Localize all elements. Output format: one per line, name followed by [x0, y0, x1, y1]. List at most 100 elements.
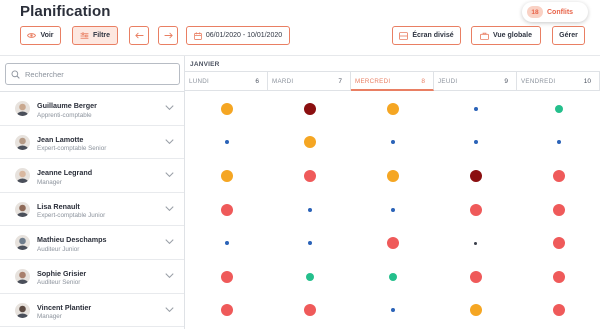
assignment-dot-red[interactable] [220, 203, 233, 216]
assignment-dot-smallblue[interactable] [390, 207, 395, 212]
chevron-down-icon[interactable] [165, 238, 174, 245]
planning-cell[interactable] [268, 260, 351, 294]
search-input[interactable] [25, 69, 165, 79]
planning-cell[interactable] [351, 193, 434, 227]
planning-cell[interactable] [268, 126, 351, 160]
filtre-button[interactable]: Filtre [72, 26, 118, 45]
planning-cell[interactable] [351, 260, 434, 294]
assignment-dot-smallblue[interactable] [473, 106, 478, 111]
assignment-dot-tinydark[interactable] [474, 241, 477, 245]
person-role: Apprenti-comptable [37, 111, 92, 119]
planning-cell[interactable] [185, 294, 268, 328]
chevron-down-icon[interactable] [165, 171, 174, 178]
assignment-dot-green[interactable] [305, 272, 314, 281]
assignment-dot-orange[interactable] [469, 304, 482, 317]
planning-cell[interactable] [351, 294, 434, 328]
assignment-dot-red[interactable] [220, 304, 233, 317]
manage-button[interactable]: Gérer [552, 26, 585, 45]
assignment-dot-red[interactable] [220, 270, 233, 283]
assignment-dot-smallblue[interactable] [307, 241, 312, 246]
assignment-dot-green[interactable] [554, 104, 563, 113]
chevron-down-icon[interactable] [165, 205, 174, 212]
chevron-down-icon[interactable] [165, 104, 174, 111]
assignment-dot-red[interactable] [552, 203, 565, 216]
person-photo-icon [16, 137, 29, 150]
person-row[interactable]: Guillaume Berger Apprenti-comptable [0, 92, 184, 126]
person-row[interactable]: Vincent Plantier Manager [0, 294, 184, 328]
conflicts-badge[interactable]: 18 Conflits [522, 2, 588, 22]
assignment-dot-smallblue[interactable] [390, 140, 395, 145]
planning-cell[interactable] [517, 294, 600, 328]
people-list: Guillaume Berger Apprenti-comptable Jean L… [0, 92, 184, 328]
planning-cell[interactable] [185, 226, 268, 260]
planning-cell[interactable] [434, 92, 517, 126]
assignment-dot-orange[interactable] [303, 136, 316, 149]
planning-row [185, 226, 600, 260]
planning-cell[interactable] [517, 92, 600, 126]
assignment-dot-orange[interactable] [386, 169, 399, 182]
assignment-dot-darkred[interactable] [303, 102, 316, 115]
planning-cell[interactable] [517, 193, 600, 227]
previous-week-button[interactable] [129, 26, 149, 45]
chevron-down-icon[interactable] [165, 306, 174, 313]
date-range-button[interactable]: 06/01/2020 - 10/01/2020 [186, 26, 290, 45]
assignment-dot-red[interactable] [386, 237, 399, 250]
person-row[interactable]: Jean Lamotte Expert-comptable Senior [0, 126, 184, 160]
assignment-dot-red[interactable] [552, 270, 565, 283]
planning-cell[interactable] [517, 226, 600, 260]
planning-cell[interactable] [434, 193, 517, 227]
assignment-dot-orange[interactable] [220, 102, 233, 115]
voir-button[interactable]: Voir [20, 26, 61, 45]
planning-cell[interactable] [351, 226, 434, 260]
global-view-button[interactable]: Vue globale [471, 26, 541, 45]
planning-cell[interactable] [434, 126, 517, 160]
search-box[interactable] [5, 63, 180, 85]
planning-cell[interactable] [517, 260, 600, 294]
person-row[interactable]: Lisa Renault Expert-comptable Junior [0, 193, 184, 227]
assignment-dot-smallblue[interactable] [473, 140, 478, 145]
assignment-dot-red[interactable] [303, 169, 316, 182]
planning-cell[interactable] [268, 92, 351, 126]
assignment-dot-red[interactable] [303, 304, 316, 317]
assignment-dot-smallblue[interactable] [224, 241, 229, 246]
planning-cell[interactable] [434, 159, 517, 193]
planning-cell[interactable] [268, 159, 351, 193]
planning-cell[interactable] [351, 126, 434, 160]
next-week-button[interactable] [158, 26, 178, 45]
assignment-dot-red[interactable] [552, 304, 565, 317]
chevron-down-icon[interactable] [165, 272, 174, 279]
assignment-dot-red[interactable] [552, 237, 565, 250]
person-row[interactable]: Jeanne Legrand Manager [0, 159, 184, 193]
planning-cell[interactable] [185, 92, 268, 126]
person-row[interactable]: Mathieu Deschamps Auditeur Junior [0, 226, 184, 260]
planning-cell[interactable] [434, 260, 517, 294]
assignment-dot-red[interactable] [469, 203, 482, 216]
assignment-dot-smallblue[interactable] [556, 140, 561, 145]
planning-cell[interactable] [517, 126, 600, 160]
toolbar-divider [0, 55, 600, 56]
chevron-down-icon[interactable] [165, 138, 174, 145]
planning-cell[interactable] [268, 226, 351, 260]
planning-cell[interactable] [434, 226, 517, 260]
planning-cell[interactable] [268, 294, 351, 328]
split-screen-button[interactable]: Écran divisé [392, 26, 461, 45]
assignment-dot-red[interactable] [469, 270, 482, 283]
planning-cell[interactable] [268, 193, 351, 227]
assignment-dot-red[interactable] [552, 169, 565, 182]
assignment-dot-smallblue[interactable] [224, 140, 229, 145]
planning-cell[interactable] [185, 126, 268, 160]
assignment-dot-darkred[interactable] [469, 169, 482, 182]
assignment-dot-orange[interactable] [220, 169, 233, 182]
planning-cell[interactable] [185, 159, 268, 193]
planning-cell[interactable] [185, 260, 268, 294]
person-row[interactable]: Sophie Grisier Auditeur Senior [0, 260, 184, 294]
assignment-dot-smallblue[interactable] [390, 308, 395, 313]
planning-cell[interactable] [185, 193, 268, 227]
planning-cell[interactable] [351, 159, 434, 193]
planning-cell[interactable] [434, 294, 517, 328]
assignment-dot-orange[interactable] [386, 102, 399, 115]
planning-cell[interactable] [517, 159, 600, 193]
planning-cell[interactable] [351, 92, 434, 126]
assignment-dot-smallblue[interactable] [307, 207, 312, 212]
assignment-dot-green[interactable] [388, 272, 397, 281]
